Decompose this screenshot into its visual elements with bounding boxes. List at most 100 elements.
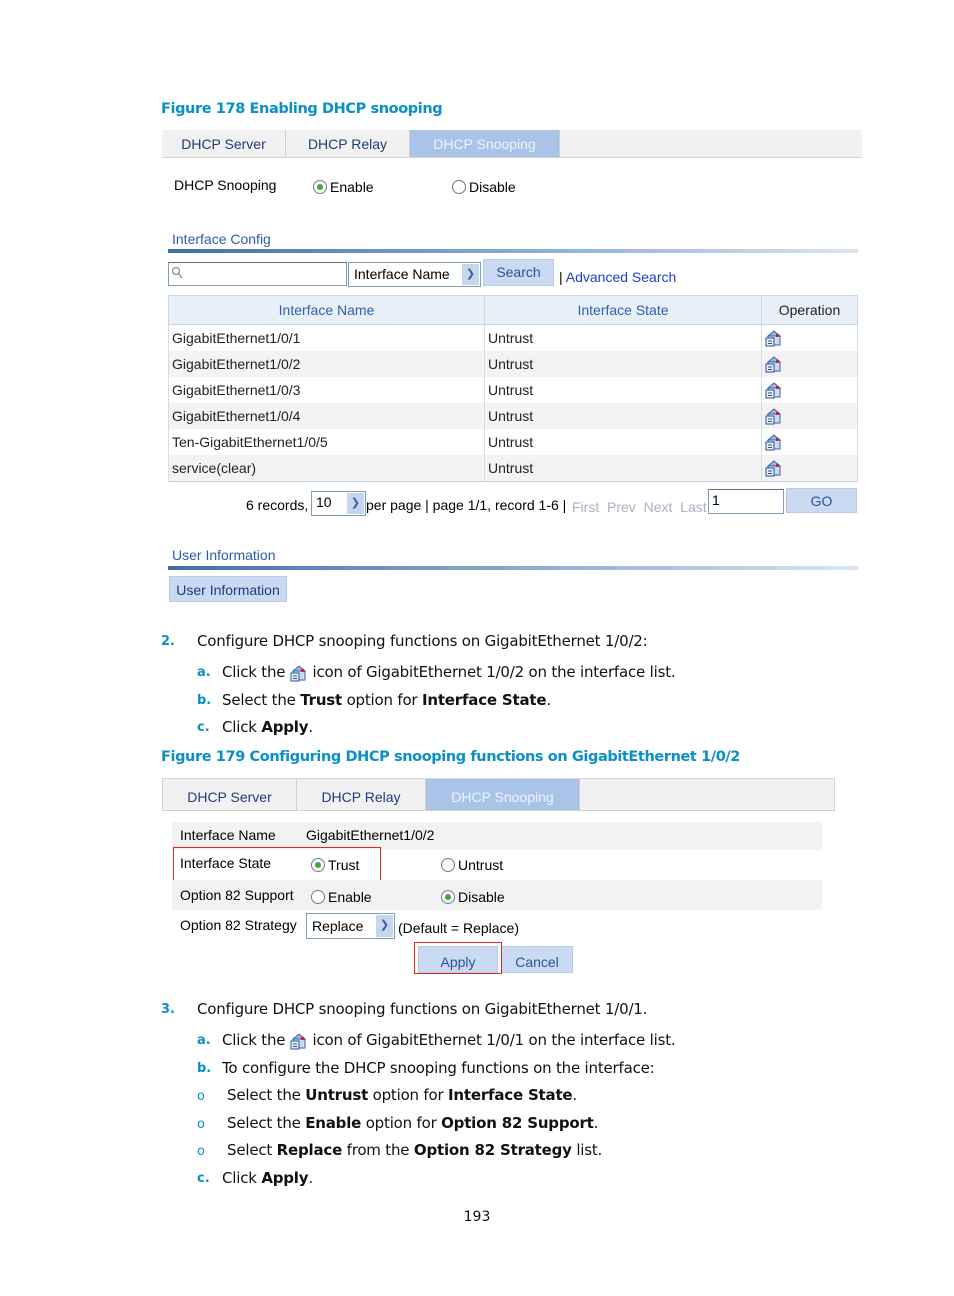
figure-179-title: Figure 179 Configuring DHCP snooping fun… <box>161 749 740 765</box>
advanced-search-link-wrap: | Advanced Search <box>559 269 677 285</box>
substep-letter: a. <box>197 665 211 680</box>
bullet-text: Select the Untrust option for Interface … <box>227 1086 577 1104</box>
tab-bar: DHCP Server DHCP Relay DHCP Snooping <box>162 130 862 158</box>
interface-state-cell: Untrust <box>484 377 762 403</box>
operation-cell <box>761 351 858 377</box>
column-header-operation: Operation <box>761 295 858 325</box>
advanced-search-link[interactable]: Advanced Search <box>566 269 677 285</box>
configure-icon[interactable] <box>765 329 783 347</box>
bullet-icon: o <box>197 1089 205 1104</box>
option82-enable-option[interactable]: Enable <box>311 889 372 905</box>
bullet-icon: o <box>197 1144 205 1159</box>
operation-cell <box>761 455 858 482</box>
tab-dhcp-snooping[interactable]: DHCP Snooping <box>410 130 560 157</box>
radio-selected-icon[interactable] <box>441 890 455 904</box>
configure-icon[interactable] <box>765 433 783 451</box>
option82-strategy-select[interactable]: Replace ❯ <box>306 913 395 939</box>
tab-dhcp-relay[interactable]: DHCP Relay <box>286 130 410 157</box>
page-number: 193 <box>463 1209 491 1225</box>
interface-state-cell: Untrust <box>484 429 762 455</box>
configure-icon[interactable] <box>765 355 783 373</box>
tab-dhcp-server[interactable]: DHCP Server <box>163 779 297 810</box>
configure-icon[interactable] <box>765 459 783 477</box>
chevron-down-icon: ❯ <box>376 915 393 937</box>
operation-cell <box>761 324 858 351</box>
first-page-link[interactable]: First <box>572 499 599 515</box>
tab-dhcp-snooping[interactable]: DHCP Snooping <box>426 779 580 810</box>
interface-state-cell: Untrust <box>484 455 762 482</box>
bullet-icon: o <box>197 1117 205 1132</box>
column-header-interface-name[interactable]: Interface Name <box>168 295 485 325</box>
substep-text: To configure the DHCP snooping functions… <box>222 1059 655 1077</box>
substep-text: Click Apply. <box>222 1169 313 1187</box>
configure-icon <box>290 1032 308 1050</box>
interface-name-value: GigabitEthernet1/0/2 <box>306 827 435 843</box>
interface-name-label: Interface Name <box>180 827 276 843</box>
chevron-down-icon: ❯ <box>347 493 364 514</box>
prev-page-link[interactable]: Prev <box>607 499 636 515</box>
radio-unselected-icon[interactable] <box>311 890 325 904</box>
configure-icon[interactable] <box>765 407 783 425</box>
option82-support-row: Option 82 Support Enable Disable <box>172 880 822 910</box>
highlight-box <box>173 847 381 881</box>
tab-dhcp-relay[interactable]: DHCP Relay <box>297 779 426 810</box>
radio-unselected-icon[interactable] <box>441 858 455 872</box>
search-field-select[interactable]: Interface Name ❯ <box>348 262 481 287</box>
tab-dhcp-server[interactable]: DHCP Server <box>162 130 286 157</box>
interface-config-label: Interface Config <box>172 231 271 247</box>
configure-icon <box>290 664 308 682</box>
go-button[interactable]: GO <box>786 488 857 513</box>
substep-letter: b. <box>197 693 212 708</box>
substep-letter: a. <box>197 1033 211 1048</box>
interface-table: Interface Name Interface State Operation… <box>168 295 858 482</box>
snooping-enable-option[interactable]: Enable <box>313 179 374 195</box>
operation-cell <box>761 377 858 403</box>
interface-name-row: Interface Name GigabitEthernet1/0/2 <box>172 822 822 850</box>
pagination-info: per page | page 1/1, record 1-6 | <box>366 497 567 513</box>
pagination-links: First Prev Next Last <box>572 499 707 515</box>
operation-cell <box>761 403 858 429</box>
configure-icon[interactable] <box>765 381 783 399</box>
substep-letter: c. <box>197 1171 210 1186</box>
table-row: GigabitEthernet1/0/3 Untrust <box>168 377 858 403</box>
interface-name-cell: GigabitEthernet1/0/2 <box>168 351 485 377</box>
user-information-button[interactable]: User Information <box>169 576 287 602</box>
chevron-down-icon: ❯ <box>462 264 479 285</box>
substep-letter: b. <box>197 1061 212 1076</box>
search-button[interactable]: Search <box>483 259 554 286</box>
option82-strategy-label: Option 82 Strategy <box>180 917 297 933</box>
table-row: GigabitEthernet1/0/1 Untrust <box>168 324 858 351</box>
user-information-label: User Information <box>172 547 276 563</box>
search-icon <box>171 266 183 279</box>
interface-state-cell: Untrust <box>484 351 762 377</box>
interface-name-cell: Ten-GigabitEthernet1/0/5 <box>168 429 485 455</box>
disable-label: Disable <box>469 179 516 195</box>
substep-text: Select the Trust option for Interface St… <box>222 691 551 709</box>
search-input[interactable] <box>168 262 347 286</box>
substep-text: Click Apply. <box>222 718 313 736</box>
option82-disable-option[interactable]: Disable <box>441 889 505 905</box>
table-row: Ten-GigabitEthernet1/0/5 Untrust <box>168 429 858 455</box>
table-header-row: Interface Name Interface State Operation <box>168 295 858 325</box>
cancel-button[interactable]: Cancel <box>501 946 573 973</box>
next-page-link[interactable]: Next <box>644 499 673 515</box>
bullet-text: Select Replace from the Option 82 Strate… <box>227 1141 603 1159</box>
interface-state-cell: Untrust <box>484 324 762 351</box>
interface-name-cell: service(clear) <box>168 455 485 482</box>
section-divider <box>168 566 858 570</box>
step-number: 3. <box>161 1002 175 1017</box>
radio-unselected-icon[interactable] <box>452 180 466 194</box>
radio-selected-icon[interactable] <box>313 180 327 194</box>
interface-name-cell: GigabitEthernet1/0/3 <box>168 377 485 403</box>
untrust-option[interactable]: Untrust <box>441 857 503 873</box>
interface-name-cell: GigabitEthernet1/0/4 <box>168 403 485 429</box>
step-number: 2. <box>161 634 175 649</box>
column-header-interface-state[interactable]: Interface State <box>484 295 762 325</box>
per-page-select[interactable]: 10 ❯ <box>311 491 366 516</box>
last-page-link[interactable]: Last <box>680 499 706 515</box>
highlight-box <box>414 942 502 974</box>
page-number-input[interactable]: 1 <box>708 489 784 514</box>
tab-bar: DHCP Server DHCP Relay DHCP Snooping <box>162 778 835 811</box>
snooping-disable-option[interactable]: Disable <box>452 179 516 195</box>
interface-state-cell: Untrust <box>484 403 762 429</box>
